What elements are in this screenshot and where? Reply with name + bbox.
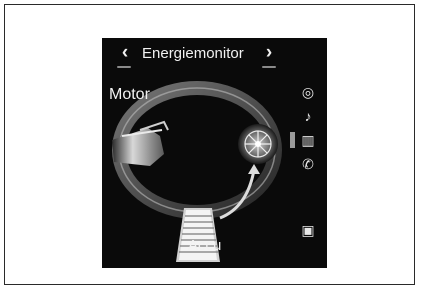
chevron-left-icon: ‹ (121, 42, 129, 63)
screen-header: ‹ Energiemonitor › (102, 38, 327, 70)
navigation-icon: ◎ (301, 84, 315, 100)
sidebar-item-energy[interactable]: ▥ (290, 130, 318, 150)
previous-screen-button[interactable]: ‹ (115, 42, 135, 64)
motor-label: Motor (109, 86, 150, 103)
energy-graph-icon: ▥ (301, 132, 315, 148)
previous-indicator (117, 66, 131, 68)
next-screen-button[interactable]: › (259, 42, 279, 64)
chevron-right-icon: › (265, 42, 273, 63)
phone-icon: ✆ (302, 156, 314, 172)
music-note-icon: ♪ (304, 108, 312, 124)
screen-title: Energiemonitor (142, 45, 244, 62)
sidebar-item-phone[interactable]: ✆ (298, 154, 318, 174)
accu-label: Accu (188, 237, 222, 254)
sidebar-menu: ◎ ♪ ▥ ✆ ▣ (288, 74, 327, 264)
wheel-graphic (238, 124, 278, 164)
next-indicator (262, 66, 276, 68)
sidebar-item-media[interactable]: ▣ (298, 220, 318, 240)
display-screen: ‹ Energiemonitor › Motor Accu ◎ ♪ ▥ ✆ ▣ (102, 38, 327, 268)
figure-frame: ‹ Energiemonitor › Motor Accu ◎ ♪ ▥ ✆ ▣ (4, 4, 415, 285)
sidebar-item-audio[interactable]: ♪ (298, 106, 318, 126)
media-icon: ▣ (301, 222, 315, 238)
sidebar-item-navigation[interactable]: ◎ (298, 82, 318, 102)
